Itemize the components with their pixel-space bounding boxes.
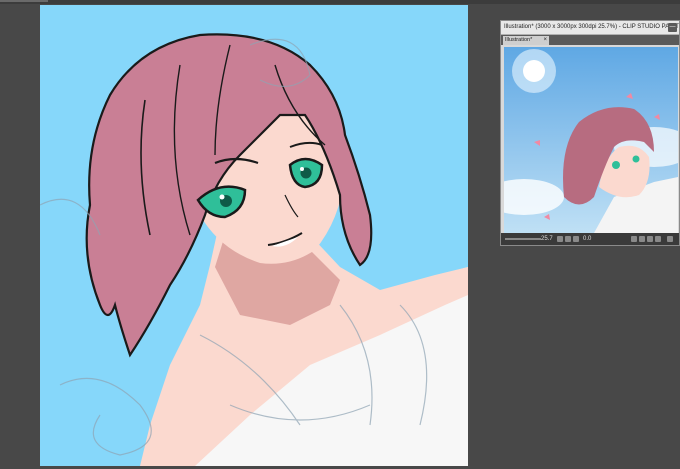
navigator-tabbar: Illustration* × bbox=[501, 35, 679, 45]
zoom-in-icon[interactable] bbox=[557, 236, 563, 242]
zoom-slider[interactable] bbox=[505, 238, 541, 240]
tab-illustration-label: Illustration* bbox=[505, 37, 533, 43]
preview-eye-right bbox=[632, 155, 640, 163]
navigator-statusbar: 25.7 0.0 bbox=[501, 233, 679, 245]
menu-icon[interactable] bbox=[667, 236, 673, 242]
window-tab-indicator[interactable] bbox=[0, 0, 48, 2]
flip-icon[interactable] bbox=[647, 236, 653, 242]
preview-eye-left bbox=[612, 161, 620, 169]
eye-highlight-right bbox=[300, 167, 304, 171]
tab-illustration[interactable]: Illustration* × bbox=[503, 36, 549, 45]
rotate-left-icon[interactable] bbox=[631, 236, 637, 242]
sun-icon bbox=[523, 60, 545, 82]
navigator-title[interactable]: Illustration* (3000 x 3000px 300dpi 25.7… bbox=[501, 21, 679, 35]
zoom-out-icon[interactable] bbox=[565, 236, 571, 242]
minimize-icon[interactable]: — bbox=[668, 23, 677, 32]
drawing-canvas[interactable] bbox=[40, 5, 468, 466]
rotation-value[interactable]: 0.0 bbox=[583, 233, 591, 245]
navigator-preview[interactable] bbox=[504, 47, 678, 233]
rotate-right-icon[interactable] bbox=[639, 236, 645, 242]
reset-icon[interactable] bbox=[655, 236, 661, 242]
tab-close-icon[interactable]: × bbox=[543, 36, 547, 45]
zoom-value[interactable]: 25.7 bbox=[541, 233, 553, 245]
top-window-strip bbox=[0, 0, 680, 4]
eye-highlight-left bbox=[219, 194, 225, 200]
navigator-window: Illustration* (3000 x 3000px 300dpi 25.7… bbox=[500, 20, 680, 246]
artwork bbox=[40, 33, 468, 466]
fit-icon[interactable] bbox=[573, 236, 579, 242]
preview-artwork bbox=[504, 47, 678, 233]
